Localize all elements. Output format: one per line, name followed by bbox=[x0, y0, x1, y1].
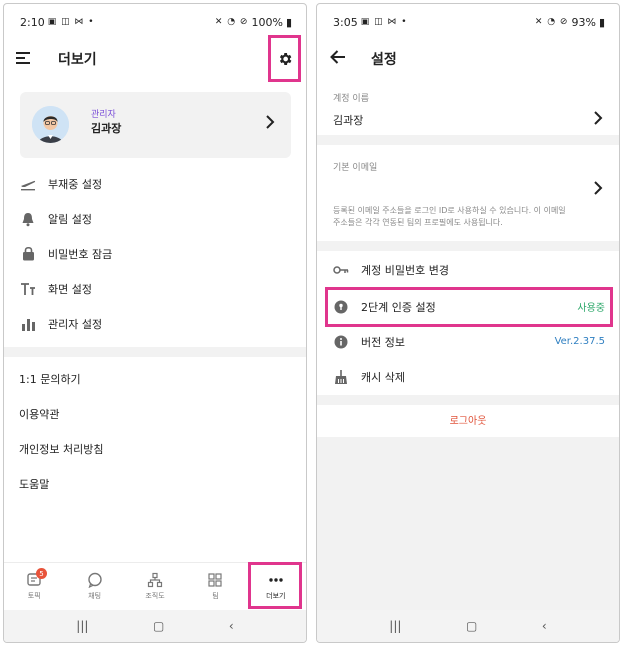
change-password-item[interactable]: 계정 비밀번호 변경 bbox=[317, 252, 619, 287]
menu-item-label: 화면 설정 bbox=[48, 282, 92, 296]
battery-level: 93% bbox=[571, 15, 596, 29]
menu-item-label: 알림 설정 bbox=[48, 212, 92, 226]
home-icon[interactable]: ▢ bbox=[153, 619, 164, 633]
logout-button[interactable]: 로그아웃 bbox=[317, 403, 619, 436]
item-label: 버전 정보 bbox=[361, 335, 405, 349]
chevron-right-icon bbox=[594, 111, 603, 125]
menu-item-away[interactable]: 부재중 설정 bbox=[4, 166, 306, 201]
section-divider bbox=[317, 241, 619, 251]
menu-item-label: 관리자 설정 bbox=[48, 317, 103, 331]
item-label: 캐시 삭제 bbox=[361, 370, 405, 384]
nav-label: 토픽 bbox=[27, 592, 41, 600]
avatar bbox=[32, 106, 69, 143]
profile-card[interactable]: 관리자 김과장 bbox=[20, 92, 291, 158]
menu-item-label: 부재중 설정 bbox=[48, 177, 103, 191]
section-divider bbox=[317, 135, 619, 145]
gear-icon bbox=[279, 52, 291, 65]
nav-label: 조직도 bbox=[145, 592, 165, 600]
item-label: 계정 비밀번호 변경 bbox=[361, 263, 449, 277]
notification-icons: ▣ ◫ ⋈ • bbox=[360, 17, 408, 27]
version-number: Ver.2.37.5 bbox=[554, 336, 605, 347]
profile-name: 김과장 bbox=[91, 122, 122, 135]
nav-label: 채팅 bbox=[88, 592, 102, 600]
link-privacy-policy[interactable]: 개인정보 처리방침 bbox=[4, 431, 306, 466]
info-icon bbox=[333, 334, 349, 350]
status-time: 2:10 bbox=[20, 15, 45, 29]
back-arrow-icon[interactable] bbox=[329, 48, 347, 66]
empty-area bbox=[317, 437, 619, 610]
notification-icons: ▣ ◫ ⋈ • bbox=[47, 17, 95, 27]
more-screen: 2:10 ▣ ◫ ⋈ • ✕ ◔ ⊘ 100% ▮ 더보기 관리자 김과장 부재… bbox=[3, 3, 307, 643]
home-icon[interactable]: ▢ bbox=[466, 619, 477, 633]
bar-chart-icon bbox=[19, 315, 37, 333]
menu-item-display[interactable]: 화면 설정 bbox=[4, 271, 306, 306]
section-divider bbox=[4, 347, 306, 357]
menu-item-notifications[interactable]: 알림 설정 bbox=[4, 201, 306, 236]
nav-chat[interactable]: 채팅 bbox=[64, 563, 124, 610]
bell-icon bbox=[19, 210, 37, 228]
recent-apps-icon[interactable]: ||| bbox=[389, 619, 401, 633]
default-email-description: 등록된 이메일 주소들을 로그인 ID로 사용하실 수 있습니다. 이 이메일 … bbox=[333, 206, 566, 227]
key-icon bbox=[333, 262, 349, 278]
two-factor-highlight bbox=[325, 287, 613, 327]
status-bar: 2:10 ▣ ◫ ⋈ • ✕ ◔ ⊘ 100% ▮ bbox=[4, 4, 306, 40]
link-terms[interactable]: 이용약관 bbox=[4, 396, 306, 431]
system-navigation-bar: ||| ▢ ‹ bbox=[4, 610, 306, 642]
nav-org-chart[interactable]: 조직도 bbox=[125, 563, 185, 610]
chat-icon bbox=[87, 572, 102, 588]
account-name-value: 김과장 bbox=[333, 114, 364, 127]
menu-item-password-lock[interactable]: 비밀번호 잠금 bbox=[4, 236, 306, 271]
back-icon[interactable]: ‹ bbox=[542, 619, 547, 633]
nav-team[interactable]: 팀 bbox=[185, 563, 245, 610]
nav-label: 팀 bbox=[212, 592, 219, 600]
menu-item-label: 비밀번호 잠금 bbox=[48, 247, 113, 261]
system-status-icons: ✕ ◔ ⊘ bbox=[534, 17, 569, 27]
chevron-right-icon bbox=[594, 181, 603, 195]
grid-icon bbox=[208, 573, 223, 587]
link-inquiry[interactable]: 1:1 문의하기 bbox=[4, 361, 306, 396]
airplane-icon bbox=[19, 175, 37, 193]
settings-button[interactable] bbox=[268, 35, 301, 82]
chevron-right-icon bbox=[266, 115, 275, 129]
more-tab-highlight bbox=[248, 562, 302, 609]
page-title: 더보기 bbox=[58, 52, 97, 68]
profile-role: 관리자 bbox=[91, 110, 116, 120]
broom-icon bbox=[333, 369, 349, 385]
battery-icon: ▮ bbox=[285, 15, 292, 29]
support-links: 1:1 문의하기 이용약관 개인정보 처리방침 도움말 bbox=[4, 361, 306, 501]
nav-topic[interactable]: 5 토픽 bbox=[4, 563, 64, 610]
hamburger-menu-icon[interactable] bbox=[16, 52, 30, 64]
menu-list: 부재중 설정 알림 설정 비밀번호 잠금 화면 설정 관리자 설정 bbox=[4, 166, 306, 341]
recent-apps-icon[interactable]: ||| bbox=[76, 619, 88, 633]
lock-icon bbox=[19, 245, 37, 263]
status-bar: 3:05 ▣ ◫ ⋈ • ✕ ◔ ⊘ 93% ▮ bbox=[317, 4, 619, 40]
text-size-icon bbox=[19, 280, 37, 298]
topic-badge: 5 bbox=[36, 568, 47, 579]
battery-icon: ▮ bbox=[598, 15, 605, 29]
account-name-label: 계정 이름 bbox=[333, 94, 369, 104]
link-help[interactable]: 도움말 bbox=[4, 466, 306, 501]
system-navigation-bar: ||| ▢ ‹ bbox=[317, 610, 619, 642]
system-status-icons: ✕ ◔ ⊘ bbox=[214, 17, 249, 27]
version-info-item[interactable]: 버전 정보 Ver.2.37.5 bbox=[317, 324, 619, 359]
settings-screen: 3:05 ▣ ◫ ⋈ • ✕ ◔ ⊘ 93% ▮ 설정 계정 이름 김과장 기본… bbox=[316, 3, 620, 643]
back-icon[interactable]: ‹ bbox=[229, 619, 234, 633]
menu-item-admin[interactable]: 관리자 설정 bbox=[4, 306, 306, 341]
battery-level: 100% bbox=[251, 15, 283, 29]
status-time: 3:05 bbox=[333, 15, 358, 29]
page-title: 설정 bbox=[371, 52, 397, 68]
default-email-label: 기본 이메일 bbox=[333, 163, 378, 173]
clear-cache-item[interactable]: 캐시 삭제 bbox=[317, 359, 619, 394]
org-chart-icon bbox=[147, 572, 163, 588]
